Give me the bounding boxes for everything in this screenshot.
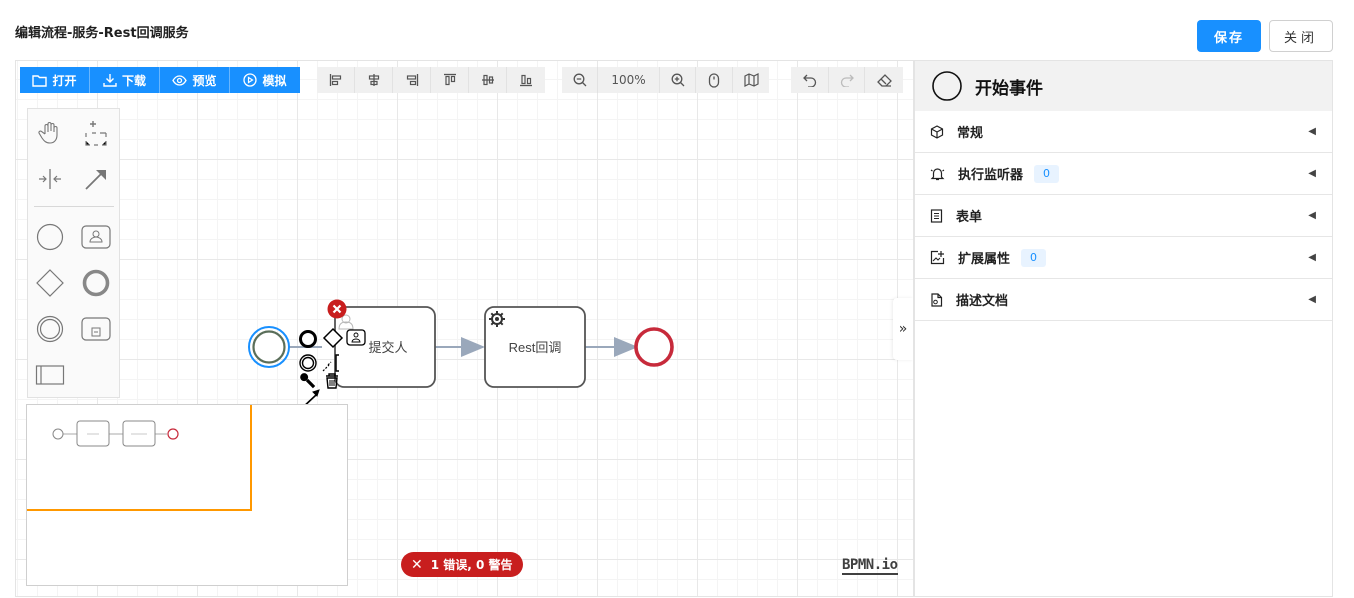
save-button[interactable]: 保存 [1197,20,1261,52]
caret-left-icon: ◀ [1308,210,1316,221]
end-event[interactable] [634,327,674,367]
gear-icon [489,311,505,327]
group-general[interactable]: 常规 ◀ [915,111,1332,153]
double-chevron-right-icon: » [898,321,908,337]
group-documentation[interactable]: 描述文档 ◀ [915,279,1332,321]
caret-left-icon: ◀ [1308,294,1316,305]
caret-left-icon: ◀ [1308,126,1316,137]
group-form[interactable]: 表单 ◀ [915,195,1332,237]
properties-panel: 开始事件 常规 ◀ 执行监听器 0 ◀ 表单 ◀ 扩展属性 0 ◀ 描述文档 ◀ [914,60,1333,597]
service-task-label: Rest回调 [508,340,562,355]
validation-badge[interactable]: ✕ 1 错误, 0 警告 [401,552,523,577]
wrench-icon[interactable] [299,372,317,390]
extension-icon [930,250,945,265]
bell-icon [930,167,945,180]
minimap[interactable] [26,404,348,586]
group-execution-listeners-label: 执行监听器 [958,168,1024,183]
error-marker-icon[interactable] [327,299,347,319]
extension-count-badge: 0 [1021,248,1047,267]
panel-collapse-toggle[interactable]: » [893,298,913,360]
document-icon [931,292,943,307]
close-x-icon: ✕ [411,556,423,573]
bpmn-io-logo[interactable]: BPMN.io [842,557,898,575]
cube-icon [930,124,944,139]
caret-left-icon: ◀ [1308,168,1316,179]
panel-header: 开始事件 [915,61,1332,111]
append-end-event-icon[interactable] [299,330,317,348]
page-title: 编辑流程-服务-Rest回调服务 [15,26,189,41]
listener-count-badge: 0 [1034,164,1060,183]
start-event[interactable] [252,330,286,364]
group-form-label: 表单 [956,210,983,225]
validation-summary: 1 错误, 0 警告 [430,558,513,572]
bpmn-designer[interactable]: 打开 下载 预览 模拟 100% 提交人 Rest回调 » ✕ 1 错误, 0 … [15,60,914,597]
caret-left-icon: ◀ [1308,252,1316,263]
group-execution-listeners[interactable]: 执行监听器 0 ◀ [915,153,1332,195]
panel-element-title: 开始事件 [975,78,1043,99]
trash-icon[interactable] [326,373,338,389]
group-extension-properties-label: 扩展属性 [958,252,1011,267]
group-documentation-label: 描述文档 [956,294,1009,309]
start-event-icon [932,71,962,101]
user-task-label: 提交人 [368,340,408,355]
close-button[interactable]: 关闭 [1269,20,1333,52]
group-general-label: 常规 [957,126,984,141]
append-text-annotation-icon[interactable] [322,361,332,372]
form-icon [930,208,943,223]
group-extension-properties[interactable]: 扩展属性 0 ◀ [915,237,1332,279]
minimap-viewport[interactable] [27,405,252,511]
